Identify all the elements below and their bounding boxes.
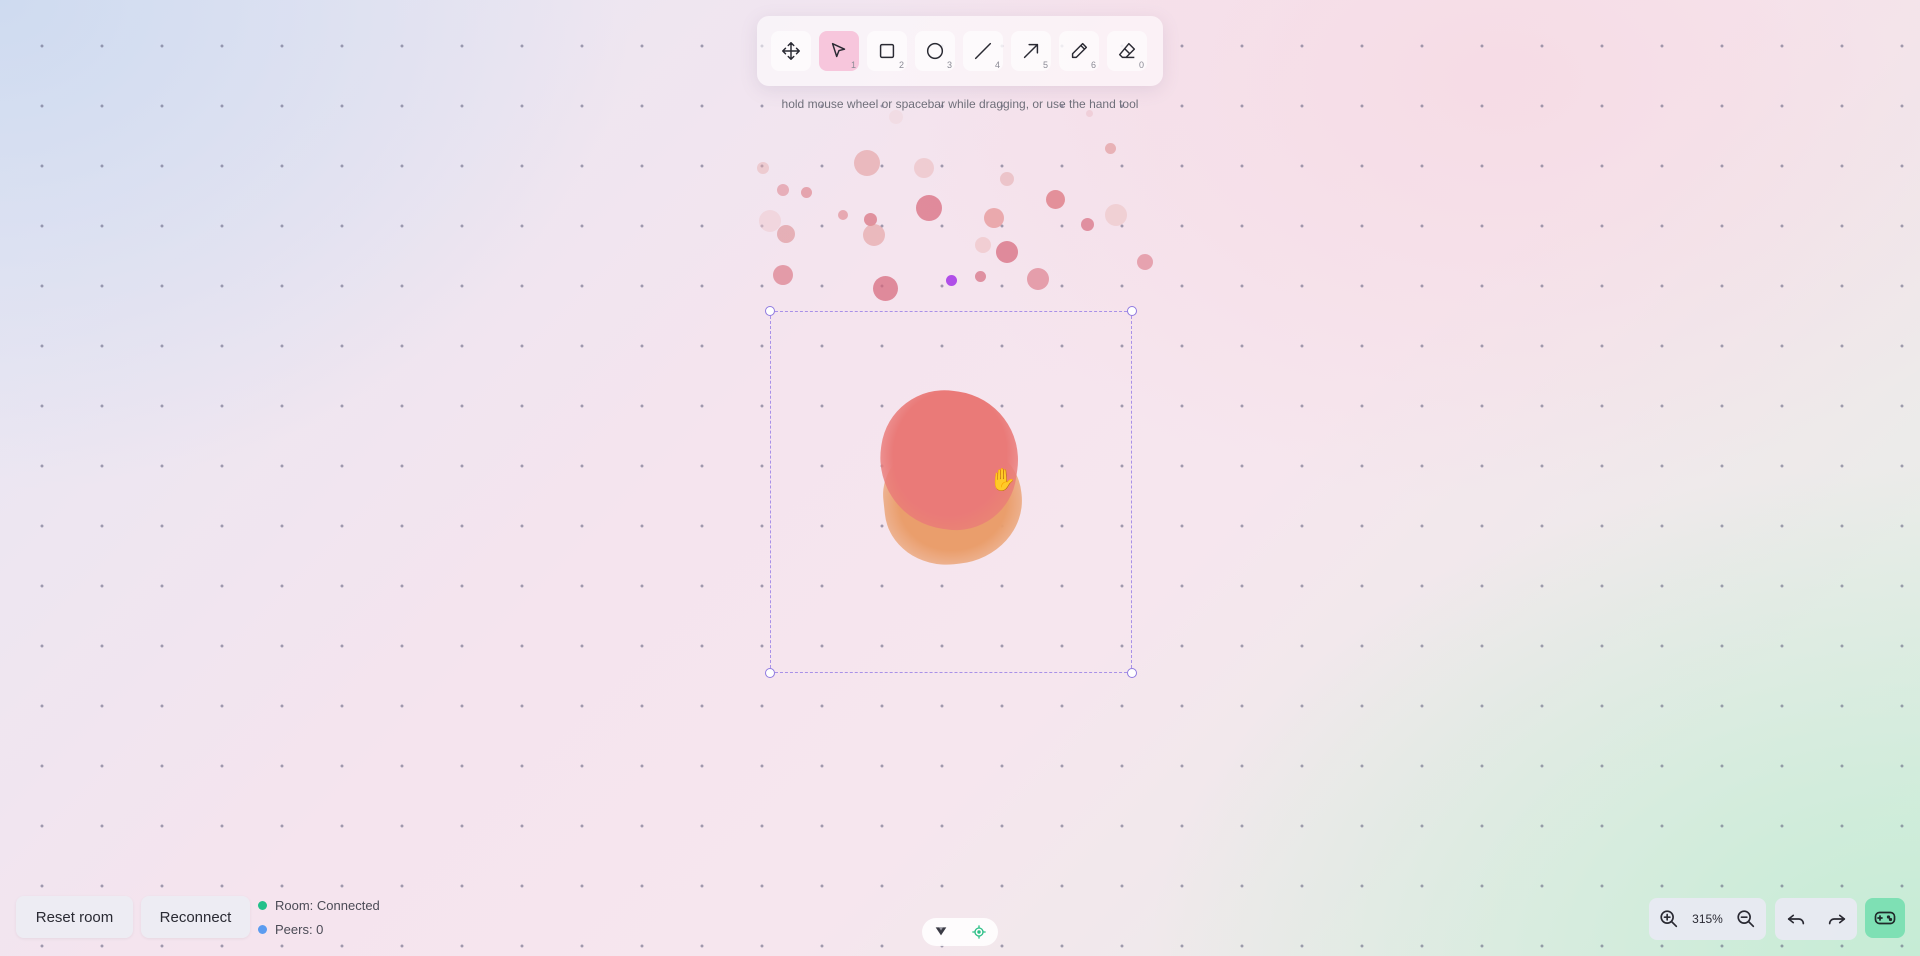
reconnect-button[interactable]: Reconnect: [141, 896, 250, 938]
zoom-in-button[interactable]: [1655, 905, 1683, 933]
zoom-level: 315%: [1692, 912, 1723, 926]
room-status-dot: [258, 901, 267, 910]
room-status-text: Room: Connected: [275, 898, 380, 913]
line-icon: [974, 42, 992, 60]
tool-select[interactable]: 1: [819, 31, 859, 71]
pointer-icon: [831, 42, 846, 58]
reset-room-button[interactable]: Reset room: [16, 896, 133, 938]
tool-shortcut: 5: [1042, 60, 1048, 70]
tool-shortcut: 6: [1090, 60, 1096, 70]
zoom-out-button[interactable]: [1732, 905, 1760, 933]
peers-status-text: Peers: 0: [275, 922, 324, 937]
peers-status-dot: [258, 925, 267, 934]
resize-handle-top-left[interactable]: [765, 306, 775, 316]
square-icon: [879, 43, 895, 59]
peer-cursor-dot: [946, 275, 957, 286]
tool-toolbar: 1 2 3 4 5 6 0: [757, 16, 1163, 86]
history-controls: [1775, 898, 1857, 940]
gamepad-button[interactable]: [1865, 898, 1905, 938]
tool-eraser[interactable]: 0: [1107, 31, 1147, 71]
resize-handle-bottom-left[interactable]: [765, 668, 775, 678]
tool-arrow[interactable]: 5: [1011, 31, 1051, 71]
tool-shortcut: 2: [898, 60, 904, 70]
room-status: Room: Connected: [258, 898, 380, 913]
pan-hint-text: hold mouse wheel or spacebar while dragg…: [781, 97, 1139, 111]
selection-box[interactable]: [770, 311, 1132, 673]
tool-pencil[interactable]: 6: [1059, 31, 1099, 71]
zoom-in-icon: [1660, 910, 1678, 928]
resize-handle-top-right[interactable]: [1127, 306, 1137, 316]
circle-icon: [926, 42, 944, 60]
redo-button[interactable]: [1823, 905, 1851, 933]
bottom-center-pill: [922, 918, 998, 946]
eraser-icon: [1118, 42, 1136, 59]
tool-ellipse[interactable]: 3: [915, 31, 955, 71]
undo-icon: [1787, 914, 1804, 925]
resize-handle-bottom-right[interactable]: [1127, 668, 1137, 678]
undo-button[interactable]: [1782, 905, 1810, 933]
tool-shortcut: 4: [994, 60, 1000, 70]
tool-shortcut: 0: [1138, 60, 1144, 70]
tool-shortcut: 1: [850, 60, 856, 70]
hand-cursor-icon: ✋: [989, 467, 1017, 492]
locate-icon[interactable]: [971, 924, 987, 940]
tool-rectangle[interactable]: 2: [867, 31, 907, 71]
pencil-icon: [1071, 42, 1088, 59]
redo-icon: [1828, 914, 1845, 925]
tool-shortcut: 3: [946, 60, 952, 70]
filter-icon[interactable]: [933, 924, 949, 940]
move-icon: [782, 42, 800, 60]
zoom-controls: 315%: [1649, 898, 1766, 940]
zoom-out-icon: [1737, 910, 1755, 928]
tool-move[interactable]: [771, 31, 811, 71]
arrow-icon: [1023, 43, 1039, 59]
tool-line[interactable]: 4: [963, 31, 1003, 71]
gamepad-icon: [1874, 911, 1896, 925]
peers-status: Peers: 0: [258, 922, 323, 937]
